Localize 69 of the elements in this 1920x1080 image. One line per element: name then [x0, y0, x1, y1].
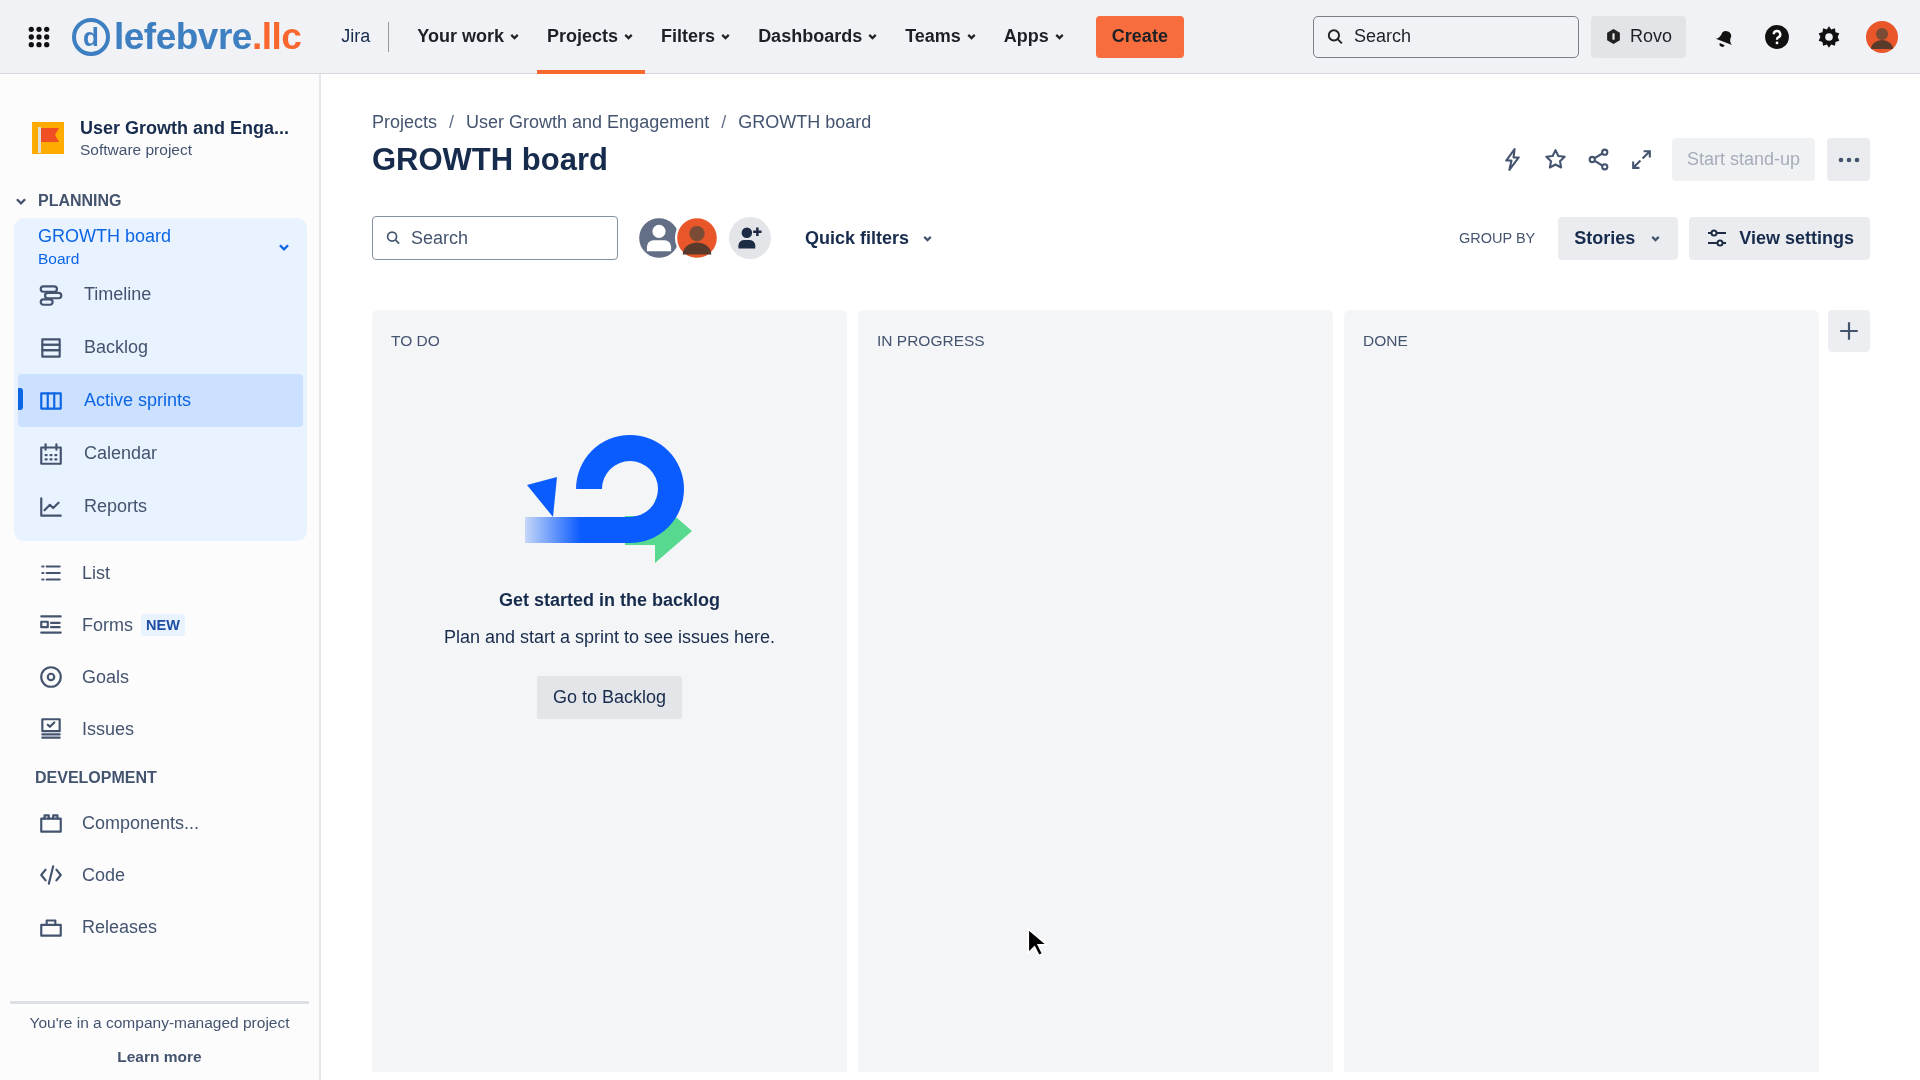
breadcrumb-link[interactable]: Projects	[372, 111, 438, 133]
code-icon	[38, 862, 64, 888]
board-name[interactable]: GROWTH board	[38, 226, 172, 247]
breadcrumb-link[interactable]: GROWTH board	[738, 111, 872, 133]
calendar-icon	[38, 440, 64, 467]
user-avatar[interactable]	[1866, 20, 1898, 53]
board-title: GROWTH board	[372, 141, 608, 178]
empty-state-text: Plan and start a sprint to see issues here.	[443, 627, 776, 648]
nav-menu[interactable]: Projects	[537, 0, 646, 74]
nav-menu[interactable]: Your work	[407, 0, 532, 74]
nav-menu[interactable]: Filters	[651, 0, 743, 74]
sidebar-item[interactable]: Code	[38, 862, 126, 888]
more-button[interactable]	[1827, 138, 1870, 181]
plus-icon	[1838, 320, 1860, 342]
nav-menu[interactable]: Apps	[993, 0, 1076, 74]
search-field[interactable]: Search	[372, 216, 618, 260]
view-settings-button[interactable]: View settings	[1689, 216, 1870, 260]
info-text: You're in a company-managed project	[28, 1014, 291, 1032]
column-title: DONE	[1363, 332, 1409, 350]
breadcrumb-separator: /	[449, 111, 455, 133]
section-heading: PLANNING	[38, 192, 122, 210]
app-switcher-icon[interactable]	[28, 25, 50, 48]
project-name[interactable]: User Growth and Enga...	[80, 117, 290, 139]
search-icon	[386, 230, 401, 246]
create-button[interactable]: Create	[1095, 15, 1184, 58]
product-name[interactable]: Jira	[341, 26, 371, 47]
sidebar-item[interactable]: Forms	[38, 612, 133, 638]
go-to-backlog-button[interactable]: Go to Backlog	[536, 676, 683, 719]
board-type: Board	[38, 250, 81, 268]
search-field[interactable]: Search	[1312, 15, 1579, 58]
sidebar-item[interactable]: Releases	[38, 914, 158, 940]
quick-filters-dropdown[interactable]: Quick filters	[799, 226, 941, 250]
group-by-dropdown[interactable]: Stories	[1558, 216, 1679, 260]
help-icon[interactable]	[1764, 23, 1790, 50]
column-title: TO DO	[391, 332, 441, 350]
sidebar-item[interactable]: Active sprints	[18, 374, 303, 427]
sidebar-item[interactable]: Goals	[38, 664, 130, 690]
nav-menu[interactable]: Dashboards	[748, 0, 890, 74]
project-type: Software project	[80, 140, 193, 159]
column-title: IN PROGRESS	[877, 332, 986, 350]
group-by-label: GROUP BY	[1458, 230, 1536, 246]
sidebar-item[interactable]: List	[38, 560, 110, 586]
logo-mark[interactable]: d	[72, 17, 110, 56]
sidebar-item[interactable]: Backlog	[18, 321, 303, 374]
add-person-icon[interactable]	[729, 217, 771, 259]
sidebar-item[interactable]: Timeline	[18, 268, 303, 321]
empty-state-heading: Get started in the backlog	[499, 590, 721, 611]
add-column-button[interactable]	[1828, 310, 1870, 352]
sidebar-item[interactable]: Components...	[38, 810, 200, 836]
user-avatar[interactable]	[675, 216, 719, 260]
mouse-cursor-icon	[1027, 928, 1047, 958]
search-icon	[1326, 28, 1344, 45]
learn-more-link[interactable]: Learn more	[117, 1048, 202, 1066]
sidebar-item[interactable]: Calendar	[18, 427, 303, 480]
section-heading: DEVELOPMENT	[35, 769, 157, 787]
star-icon[interactable]	[1542, 147, 1568, 172]
goals-icon	[38, 664, 64, 690]
breadcrumb-link[interactable]: User Growth and Engagement	[466, 111, 710, 133]
breadcrumb-separator: /	[721, 111, 727, 133]
rovo-button[interactable]: Rovo	[1590, 15, 1686, 58]
more-icon	[1836, 156, 1861, 163]
sidebar-item[interactable]: Issues	[38, 716, 135, 742]
hexagon-icon	[1604, 28, 1622, 45]
sidebar-item[interactable]: Reports	[18, 480, 303, 533]
logo-text[interactable]: lefebvre	[114, 15, 252, 58]
nav-menu[interactable]: Teams	[895, 0, 988, 74]
issues-icon	[38, 716, 64, 742]
new-badge: NEW	[141, 614, 185, 636]
flag-icon	[32, 122, 64, 154]
